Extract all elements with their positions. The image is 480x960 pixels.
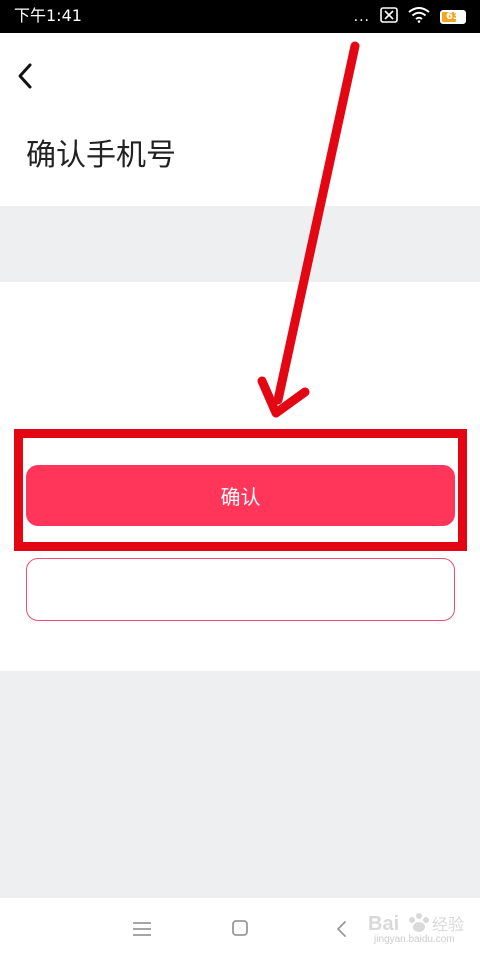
- status-bar: 下午1:41 ... 63: [0, 0, 480, 33]
- square-icon: [232, 920, 248, 936]
- chevron-left-icon: [18, 63, 32, 89]
- watermark: Bai 经验 jingyan.baidu.com: [368, 908, 468, 954]
- sim-card-icon: [380, 7, 398, 27]
- status-icons: ... 63: [354, 6, 466, 28]
- svg-text:经验: 经验: [432, 915, 464, 934]
- svg-text:Bai: Bai: [368, 913, 399, 935]
- menu-icon: [133, 922, 151, 936]
- battery-icon: 63: [440, 10, 466, 24]
- status-time: 下午1:41: [14, 6, 82, 25]
- bottom-area: [0, 671, 480, 898]
- back-triangle-icon: [337, 921, 346, 937]
- phone-number-area: [0, 206, 480, 282]
- annotation-highlight-box: [14, 429, 467, 551]
- header: 确认手机号: [0, 33, 480, 206]
- wifi-icon: [408, 7, 430, 27]
- secondary-button[interactable]: [26, 558, 455, 621]
- navigation-bar: Bai 经验 jingyan.baidu.com: [0, 898, 480, 960]
- nav-back-button[interactable]: [330, 914, 354, 944]
- page-title: 确认手机号: [26, 138, 176, 173]
- nav-menu-button[interactable]: [130, 914, 154, 944]
- notification-dots: ...: [353, 9, 370, 25]
- battery-level: 63: [446, 11, 460, 22]
- baidu-logo-icon: Bai 经验: [368, 913, 464, 935]
- watermark-url: jingyan.baidu.com: [374, 934, 455, 945]
- nav-home-button[interactable]: [228, 916, 252, 940]
- back-button[interactable]: [8, 57, 48, 97]
